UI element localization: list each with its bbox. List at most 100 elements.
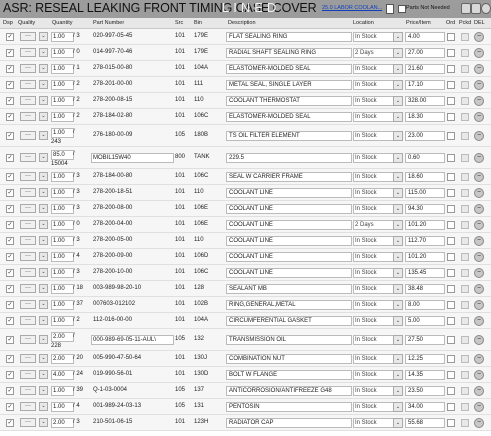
display-checkbox[interactable]: ✓ xyxy=(6,97,14,105)
order-checkbox[interactable] xyxy=(447,237,455,245)
quality-field[interactable]: — xyxy=(20,32,36,41)
quality-dropdown[interactable]: ⌄ xyxy=(39,112,48,121)
parts-not-needed-checkbox[interactable] xyxy=(398,5,406,13)
location-dropdown[interactable]: ⌄ xyxy=(393,32,403,42)
delete-icon[interactable]: − xyxy=(474,236,484,246)
delete-icon[interactable]: − xyxy=(474,64,484,74)
quality-field[interactable]: — xyxy=(20,80,36,89)
picked-checkbox[interactable] xyxy=(461,132,469,140)
order-checkbox[interactable] xyxy=(447,81,455,89)
quality-field[interactable]: — xyxy=(20,153,36,162)
order-checkbox[interactable] xyxy=(447,205,455,213)
display-checkbox[interactable]: ✓ xyxy=(6,403,14,411)
location-dropdown[interactable]: ⌄ xyxy=(393,80,403,90)
location-dropdown[interactable]: ⌄ xyxy=(393,64,403,74)
order-checkbox[interactable] xyxy=(447,173,455,181)
picked-checkbox[interactable] xyxy=(461,154,469,162)
description-field[interactable]: SEAL W CARRIER FRAME xyxy=(226,172,352,182)
location-dropdown[interactable]: ⌄ xyxy=(393,131,403,141)
location-dropdown[interactable]: ⌄ xyxy=(393,316,403,326)
display-checkbox[interactable]: ✓ xyxy=(6,221,14,229)
description-field[interactable]: COOLANT LINE xyxy=(226,268,352,278)
picked-checkbox[interactable] xyxy=(461,301,469,309)
price-input[interactable]: 112.70 xyxy=(405,236,445,246)
order-checkbox[interactable] xyxy=(447,387,455,395)
picked-checkbox[interactable] xyxy=(461,355,469,363)
location-dropdown[interactable]: ⌄ xyxy=(393,112,403,122)
display-checkbox[interactable]: ✓ xyxy=(6,269,14,277)
quality-dropdown[interactable]: ⌄ xyxy=(39,386,48,395)
quantity-input[interactable]: 1.00 xyxy=(51,96,74,106)
picked-checkbox[interactable] xyxy=(461,49,469,57)
location-dropdown[interactable]: ⌄ xyxy=(393,386,403,396)
price-input[interactable]: 101.20 xyxy=(405,252,445,262)
document-icon[interactable] xyxy=(386,4,394,14)
display-checkbox[interactable]: ✓ xyxy=(6,189,14,197)
price-input[interactable]: 14.35 xyxy=(405,370,445,380)
price-input[interactable]: 5.00 xyxy=(405,316,445,326)
order-checkbox[interactable] xyxy=(447,221,455,229)
picked-checkbox[interactable] xyxy=(461,65,469,73)
quality-dropdown[interactable]: ⌄ xyxy=(39,300,48,309)
quantity-input[interactable]: 1.00 xyxy=(51,112,74,122)
location-dropdown[interactable]: ⌄ xyxy=(393,252,403,262)
quantity-input[interactable]: 1.00 xyxy=(51,236,74,246)
picked-checkbox[interactable] xyxy=(461,419,469,427)
location-dropdown[interactable]: ⌄ xyxy=(393,418,403,428)
description-field[interactable]: COOLANT THERMOSTAT xyxy=(226,96,352,106)
quality-dropdown[interactable]: ⌄ xyxy=(39,188,48,197)
quality-field[interactable]: — xyxy=(20,236,36,245)
description-field[interactable]: COOLANT LINE xyxy=(226,188,352,198)
display-checkbox[interactable]: ✓ xyxy=(6,132,14,140)
quality-field[interactable]: — xyxy=(20,268,36,277)
picked-checkbox[interactable] xyxy=(461,113,469,121)
location-dropdown[interactable]: ⌄ xyxy=(393,220,403,230)
description-field[interactable]: ELASTOMER-MOLDED SEAL xyxy=(226,112,352,122)
order-checkbox[interactable] xyxy=(447,154,455,162)
picked-checkbox[interactable] xyxy=(461,387,469,395)
location-dropdown[interactable]: ⌄ xyxy=(393,268,403,278)
display-checkbox[interactable]: ✓ xyxy=(6,81,14,89)
display-checkbox[interactable]: ✓ xyxy=(6,173,14,181)
quantity-input[interactable]: 1.00 xyxy=(51,316,74,326)
delete-icon[interactable]: − xyxy=(474,354,484,364)
quantity-input[interactable]: 1.00 xyxy=(51,188,74,198)
delete-icon[interactable]: − xyxy=(474,284,484,294)
quantity-input[interactable]: 1.00 xyxy=(51,268,74,278)
quality-field[interactable]: — xyxy=(20,418,36,427)
delete-icon[interactable]: − xyxy=(474,316,484,326)
quality-field[interactable]: — xyxy=(20,335,36,344)
display-checkbox[interactable]: ✓ xyxy=(6,387,14,395)
picked-checkbox[interactable] xyxy=(461,403,469,411)
display-checkbox[interactable]: ✓ xyxy=(6,336,14,344)
order-checkbox[interactable] xyxy=(447,253,455,261)
part-number[interactable]: MOBIL15W40 xyxy=(91,153,174,163)
picked-checkbox[interactable] xyxy=(461,81,469,89)
quantity-input[interactable]: 1.00 xyxy=(51,32,74,42)
price-input[interactable]: 23.50 xyxy=(405,386,445,396)
quantity-input[interactable]: 2.00 xyxy=(51,418,74,428)
delete-icon[interactable]: − xyxy=(474,188,484,198)
quantity-input[interactable]: 2.00 xyxy=(51,332,74,342)
location-dropdown[interactable]: ⌄ xyxy=(393,402,403,412)
quantity-input[interactable]: 1.00 xyxy=(51,300,74,310)
quality-dropdown[interactable]: ⌄ xyxy=(39,252,48,261)
labor-link[interactable]: 25.0 LABOR COOLAN... xyxy=(322,5,382,11)
picked-checkbox[interactable] xyxy=(461,253,469,261)
order-checkbox[interactable] xyxy=(447,371,455,379)
quality-field[interactable]: — xyxy=(20,96,36,105)
quality-dropdown[interactable]: ⌄ xyxy=(39,220,48,229)
quality-dropdown[interactable]: ⌄ xyxy=(39,172,48,181)
description-field[interactable]: ELASTOMER-MOLDED SEAL xyxy=(226,64,352,74)
location-dropdown[interactable]: ⌄ xyxy=(393,96,403,106)
quality-dropdown[interactable]: ⌄ xyxy=(39,96,48,105)
order-checkbox[interactable] xyxy=(447,301,455,309)
price-input[interactable]: 135.45 xyxy=(405,268,445,278)
quality-field[interactable]: — xyxy=(20,316,36,325)
delete-icon[interactable]: − xyxy=(474,386,484,396)
price-input[interactable]: 12.25 xyxy=(405,354,445,364)
delete-icon[interactable]: − xyxy=(474,131,484,141)
delete-icon[interactable]: − xyxy=(474,402,484,412)
location-dropdown[interactable]: ⌄ xyxy=(393,300,403,310)
price-input[interactable]: 4.00 xyxy=(405,32,445,42)
